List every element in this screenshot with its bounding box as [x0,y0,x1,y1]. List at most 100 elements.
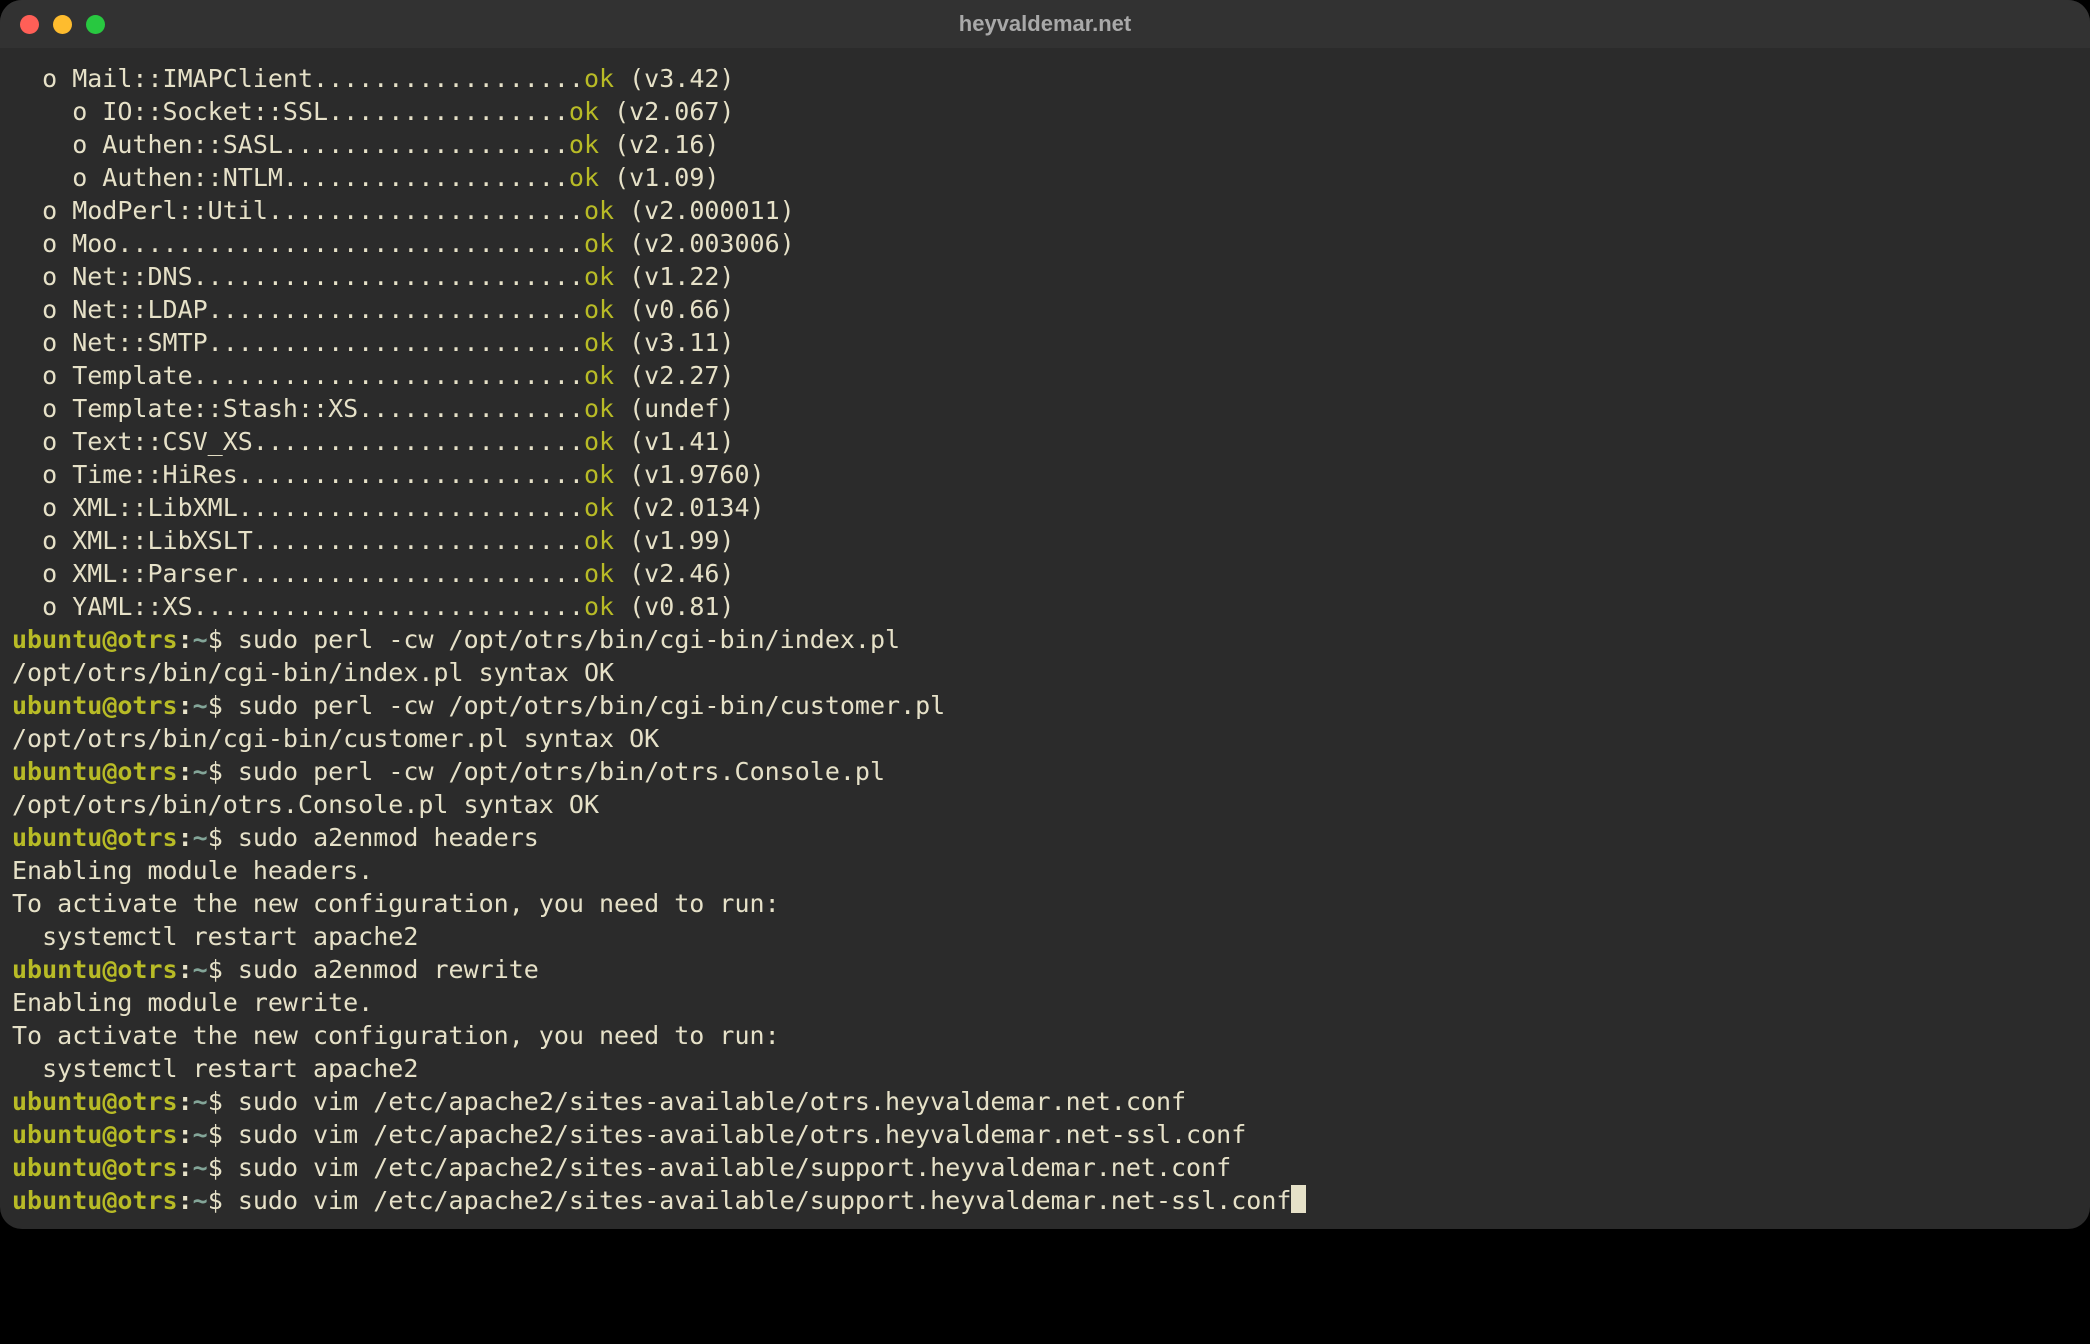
command: sudo a2enmod headers [238,823,539,852]
module-name: o IO::Socket::SSL................ [12,97,569,126]
prompt-colon: : [178,1153,193,1182]
prompt-dollar: $ [208,1087,238,1116]
module-name: o Template::Stash::XS............... [12,394,584,423]
module-name: o XML::Parser....................... [12,559,584,588]
module-name: o XML::LibXSLT...................... [12,526,584,555]
output-text: To activate the new configuration, you n… [12,1021,780,1050]
prompt-host: otrs [117,1120,177,1149]
prompt-at: @ [102,1087,117,1116]
terminal-line: o Net::DNS..........................ok (… [12,260,2078,293]
prompt-at: @ [102,955,117,984]
module-name: o YAML::XS.......................... [12,592,584,621]
prompt-user: ubuntu [12,625,102,654]
command: sudo perl -cw /opt/otrs/bin/otrs.Console… [238,757,885,786]
prompt-line: ubuntu@otrs:~$ sudo vim /etc/apache2/sit… [12,1151,2078,1184]
module-version: (v0.81) [614,592,734,621]
prompt-dollar: $ [208,1120,238,1149]
prompt-user: ubuntu [12,1186,102,1215]
prompt-at: @ [102,1186,117,1215]
command: sudo vim /etc/apache2/sites-available/ot… [238,1120,1246,1149]
status-ok: ok [584,229,614,258]
window-title: heyvaldemar.net [0,11,2090,37]
terminal-line: o XML::Parser.......................ok (… [12,557,2078,590]
status-ok: ok [584,460,614,489]
terminal-line: o XML::LibXSLT......................ok (… [12,524,2078,557]
status-ok: ok [584,394,614,423]
terminal-line: o YAML::XS..........................ok (… [12,590,2078,623]
prompt-path: ~ [193,1087,208,1116]
status-ok: ok [584,427,614,456]
prompt-line: ubuntu@otrs:~$ sudo vim /etc/apache2/sit… [12,1085,2078,1118]
module-version: (v2.003006) [614,229,795,258]
terminal-line: o Net::LDAP.........................ok (… [12,293,2078,326]
status-ok: ok [569,163,599,192]
prompt-line: ubuntu@otrs:~$ sudo vim /etc/apache2/sit… [12,1118,2078,1151]
prompt-colon: : [178,1087,193,1116]
module-version: (v0.66) [614,295,734,324]
module-version: (v1.41) [614,427,734,456]
prompt-user: ubuntu [12,1153,102,1182]
prompt-user: ubuntu [12,1120,102,1149]
terminal-line: o XML::LibXML.......................ok (… [12,491,2078,524]
command: sudo vim /etc/apache2/sites-available/ot… [238,1087,1186,1116]
module-version: (v1.9760) [614,460,765,489]
prompt-colon: : [178,1120,193,1149]
minimize-icon[interactable] [53,15,72,34]
prompt-at: @ [102,691,117,720]
module-version: (undef) [614,394,734,423]
output-text: /opt/otrs/bin/cgi-bin/customer.pl syntax… [12,724,659,753]
terminal-line: o Text::CSV_XS......................ok (… [12,425,2078,458]
prompt-host: otrs [117,1186,177,1215]
terminal-viewport[interactable]: o Mail::IMAPClient..................ok (… [0,48,2090,1229]
output-text: /opt/otrs/bin/otrs.Console.pl syntax OK [12,790,599,819]
module-version: (v2.000011) [614,196,795,225]
terminal-line: o Mail::IMAPClient..................ok (… [12,62,2078,95]
prompt-dollar: $ [208,955,238,984]
terminal-line: o ModPerl::Util.....................ok (… [12,194,2078,227]
command: sudo vim /etc/apache2/sites-available/su… [238,1186,1292,1215]
command: sudo vim /etc/apache2/sites-available/su… [238,1153,1231,1182]
output-line: Enabling module headers. [12,854,2078,887]
prompt-line: ubuntu@otrs:~$ sudo a2enmod rewrite [12,953,2078,986]
status-ok: ok [584,559,614,588]
output-text: Enabling module rewrite. [12,988,373,1017]
module-name: o Template.......................... [12,361,584,390]
terminal-line: o Time::HiRes.......................ok (… [12,458,2078,491]
prompt-colon: : [178,955,193,984]
terminal-line: o Template..........................ok (… [12,359,2078,392]
prompt-host: otrs [117,823,177,852]
module-name: o Net::LDAP......................... [12,295,584,324]
zoom-icon[interactable] [86,15,105,34]
prompt-path: ~ [193,1153,208,1182]
close-icon[interactable] [20,15,39,34]
prompt-path: ~ [193,625,208,654]
module-name: o Net::DNS.......................... [12,262,584,291]
prompt-at: @ [102,625,117,654]
prompt-dollar: $ [208,823,238,852]
module-name: o Moo............................... [12,229,584,258]
prompt-host: otrs [117,1087,177,1116]
prompt-user: ubuntu [12,955,102,984]
output-line: systemctl restart apache2 [12,1052,2078,1085]
module-version: (v2.27) [614,361,734,390]
prompt-host: otrs [117,955,177,984]
terminal-line: o Authen::SASL...................ok (v2.… [12,128,2078,161]
prompt-host: otrs [117,625,177,654]
status-ok: ok [584,526,614,555]
module-name: o Text::CSV_XS...................... [12,427,584,456]
output-line: Enabling module rewrite. [12,986,2078,1019]
prompt-colon: : [178,625,193,654]
output-text: systemctl restart apache2 [12,1054,418,1083]
prompt-line: ubuntu@otrs:~$ sudo perl -cw /opt/otrs/b… [12,689,2078,722]
terminal-line: o Authen::NTLM...................ok (v1.… [12,161,2078,194]
module-version: (v3.42) [614,64,734,93]
prompt-colon: : [178,757,193,786]
prompt-at: @ [102,823,117,852]
output-line: systemctl restart apache2 [12,920,2078,953]
prompt-path: ~ [193,823,208,852]
status-ok: ok [584,295,614,324]
module-version: (v1.22) [614,262,734,291]
status-ok: ok [569,97,599,126]
command: sudo perl -cw /opt/otrs/bin/cgi-bin/inde… [238,625,900,654]
terminal-line: o Net::SMTP.........................ok (… [12,326,2078,359]
